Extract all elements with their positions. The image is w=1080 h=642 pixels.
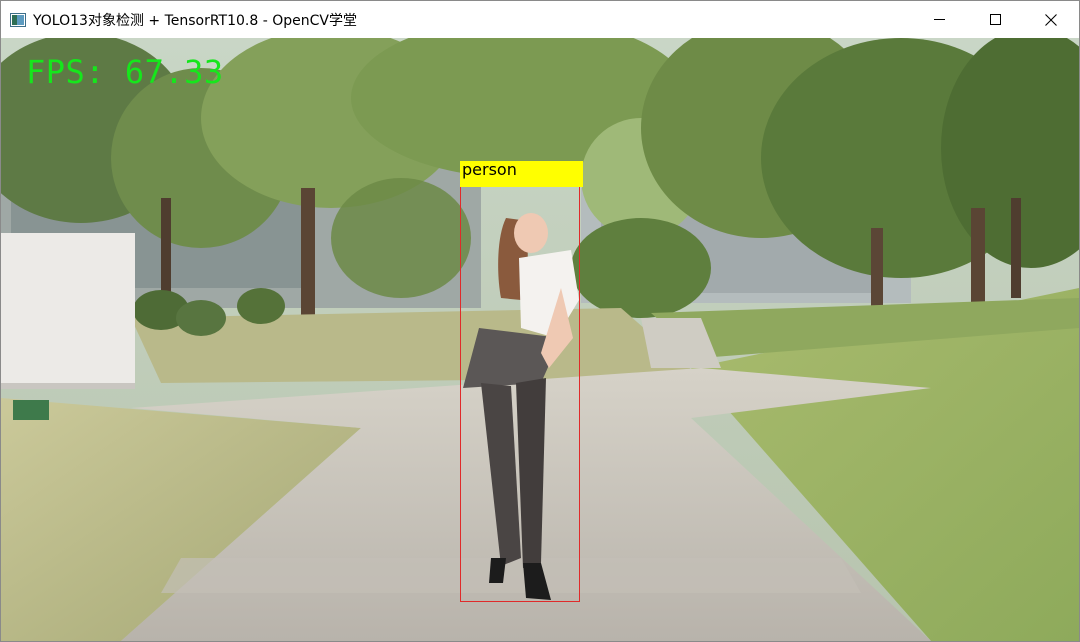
close-button[interactable] xyxy=(1023,1,1079,38)
maximize-button[interactable] xyxy=(967,1,1023,38)
fps-counter: FPS: 67.33 xyxy=(26,53,224,91)
title-bar[interactable]: YOLO13对象检测 + TensorRT10.8 - OpenCV学堂 xyxy=(1,1,1079,38)
detection-label: person xyxy=(460,161,583,187)
close-icon xyxy=(1045,13,1057,26)
maximize-icon xyxy=(989,14,1001,25)
detection-box xyxy=(460,186,580,602)
window-controls xyxy=(911,1,1079,38)
video-frame: FPS: 67.33 person xyxy=(1,38,1079,641)
app-window-icon xyxy=(10,12,26,28)
minimize-icon xyxy=(933,19,945,20)
minimize-button[interactable] xyxy=(911,1,967,38)
app-window: YOLO13对象检测 + TensorRT10.8 - OpenCV学堂 FPS… xyxy=(0,0,1080,642)
window-title: YOLO13对象检测 + TensorRT10.8 - OpenCV学堂 xyxy=(33,12,357,29)
